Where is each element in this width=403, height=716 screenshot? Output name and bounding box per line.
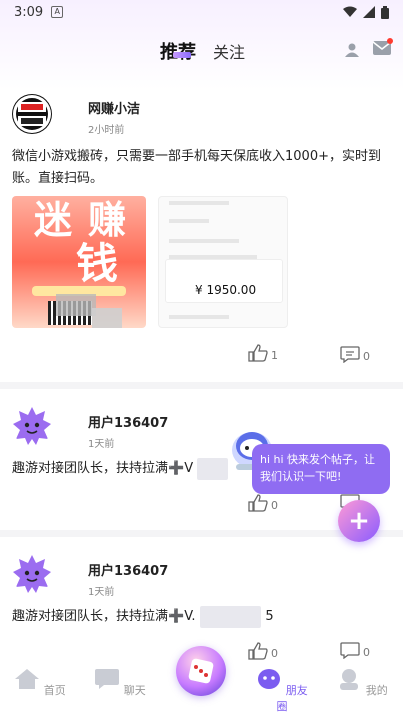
nav-label: 聊天 xyxy=(123,684,146,697)
receipt-row xyxy=(169,315,229,319)
monster-avatar-icon xyxy=(13,407,51,445)
post-time: 1天前 xyxy=(88,587,115,598)
receipt-row xyxy=(169,201,229,205)
avatar-logo-icon xyxy=(13,95,51,133)
comment-icon xyxy=(340,346,360,363)
header-actions xyxy=(345,38,393,59)
receipt-row xyxy=(169,219,209,223)
game-dice-button[interactable] xyxy=(176,646,226,696)
battery-icon xyxy=(381,5,389,19)
nav-label: 朋友圈 xyxy=(276,684,308,713)
nav-label: 首页 xyxy=(43,684,66,697)
moments-icon xyxy=(258,669,281,689)
avatar[interactable] xyxy=(12,406,52,446)
comment-count: 0 xyxy=(363,350,370,363)
promo-char-1: 迷 xyxy=(34,198,73,242)
notification-badge: A xyxy=(51,6,64,18)
monster-avatar-icon xyxy=(13,555,51,593)
profile-icon xyxy=(340,669,359,690)
unread-dot xyxy=(387,38,393,44)
mail-button[interactable] xyxy=(372,38,393,59)
dice-icon xyxy=(188,658,214,684)
avatar[interactable] xyxy=(12,94,52,134)
post-text-suffix: ➕V xyxy=(168,461,194,476)
nav-home[interactable]: 首页 xyxy=(10,668,70,698)
post-image-receipt[interactable]: ¥ 1950.00 xyxy=(158,196,288,328)
nav-profile[interactable]: 我的 xyxy=(332,668,392,698)
nav-label: 我的 xyxy=(365,684,388,697)
post-username[interactable]: 用户136407 xyxy=(88,412,168,431)
like-button[interactable]: 0 xyxy=(248,494,278,512)
comment-count: 0 xyxy=(363,646,370,659)
plus-icon: + xyxy=(348,506,370,536)
status-bar: 3:09 A xyxy=(0,0,403,24)
thumbs-up-icon xyxy=(248,344,268,362)
like-count: 1 xyxy=(271,349,278,362)
post-text-main: 趣游对接团队长，扶持拉满 xyxy=(12,609,169,624)
comment-button[interactable]: 0 xyxy=(340,642,370,659)
status-time: 3:09 xyxy=(14,4,44,20)
post-text-end: 5 xyxy=(265,609,274,624)
like-count: 0 xyxy=(271,647,278,660)
blur-mask xyxy=(56,294,96,316)
post-time: 1天前 xyxy=(88,439,115,450)
nav-moments[interactable]: 朋友圈 xyxy=(252,668,312,714)
top-tabs: 推荐 关注 xyxy=(0,30,403,70)
receipt-amount: ¥ 1950.00 xyxy=(195,283,257,297)
home-icon xyxy=(15,669,40,689)
post-image-promo[interactable]: 迷 赚 钱 xyxy=(12,196,146,328)
tab-recommend[interactable]: 推荐 xyxy=(160,38,196,64)
post-text: 趣游对接团队长，扶持拉满➕V. xxxxxxxx 5 xyxy=(12,606,392,628)
post-text-suffix: ➕V. xyxy=(168,609,196,624)
promo-char-3: 钱 xyxy=(76,239,119,288)
post-username[interactable]: 用户136407 xyxy=(88,560,168,579)
chat-icon xyxy=(95,669,120,689)
post-text: 微信小游戏搬砖，只需要一部手机每天保底收入1000+，实时到账。直接扫码。 xyxy=(12,149,381,186)
post-username[interactable]: 网赚小洁 xyxy=(88,98,140,117)
like-count: 0 xyxy=(271,499,278,512)
wifi-icon xyxy=(343,6,357,17)
blur-mask: xxxx xyxy=(197,458,229,480)
blur-mask: xxxxxxxx xyxy=(199,606,262,628)
avatar[interactable] xyxy=(12,554,52,594)
thumbs-up-icon xyxy=(248,642,268,660)
signal-icon xyxy=(363,6,375,18)
tab-active-indicator xyxy=(173,52,191,58)
post-time: 2小时前 xyxy=(88,125,125,136)
blur-mask xyxy=(92,308,122,328)
hint-bubble[interactable]: hi hi 快来发个帖子，让我们认识一下吧! xyxy=(252,444,390,494)
post-divider xyxy=(0,382,403,389)
user-icon[interactable] xyxy=(345,43,359,57)
thumbs-up-icon xyxy=(248,494,268,512)
comment-button[interactable]: 0 xyxy=(340,346,370,363)
tab-follow[interactable]: 关注 xyxy=(213,39,245,63)
comment-icon xyxy=(340,642,360,659)
like-button[interactable]: 1 xyxy=(248,344,278,362)
nav-chat[interactable]: 聊天 xyxy=(90,668,150,698)
receipt-row xyxy=(169,239,239,243)
post-text-main: 趣游对接团队长，扶持拉满 xyxy=(12,461,169,476)
like-button[interactable]: 0 xyxy=(248,642,278,660)
create-post-button[interactable]: + xyxy=(338,500,380,542)
